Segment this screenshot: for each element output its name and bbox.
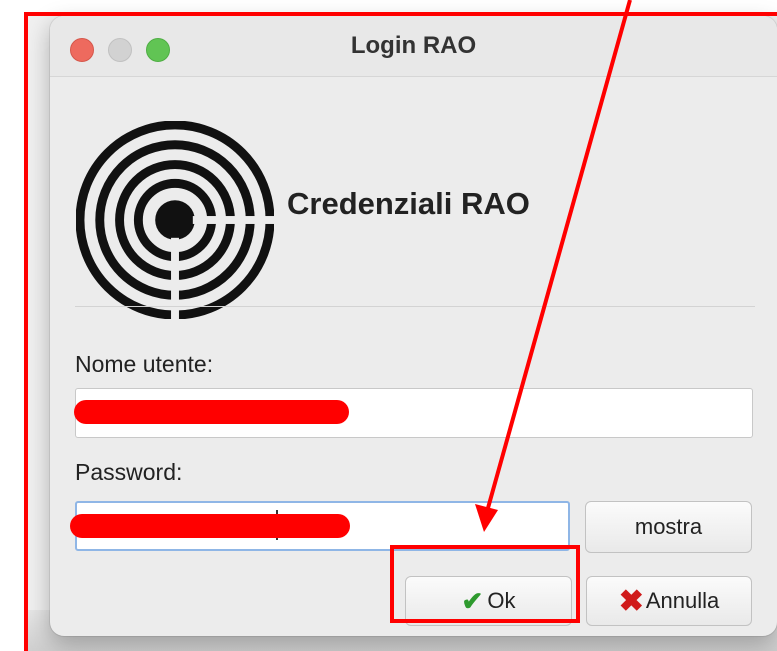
annotation-highlight-box — [390, 545, 580, 623]
